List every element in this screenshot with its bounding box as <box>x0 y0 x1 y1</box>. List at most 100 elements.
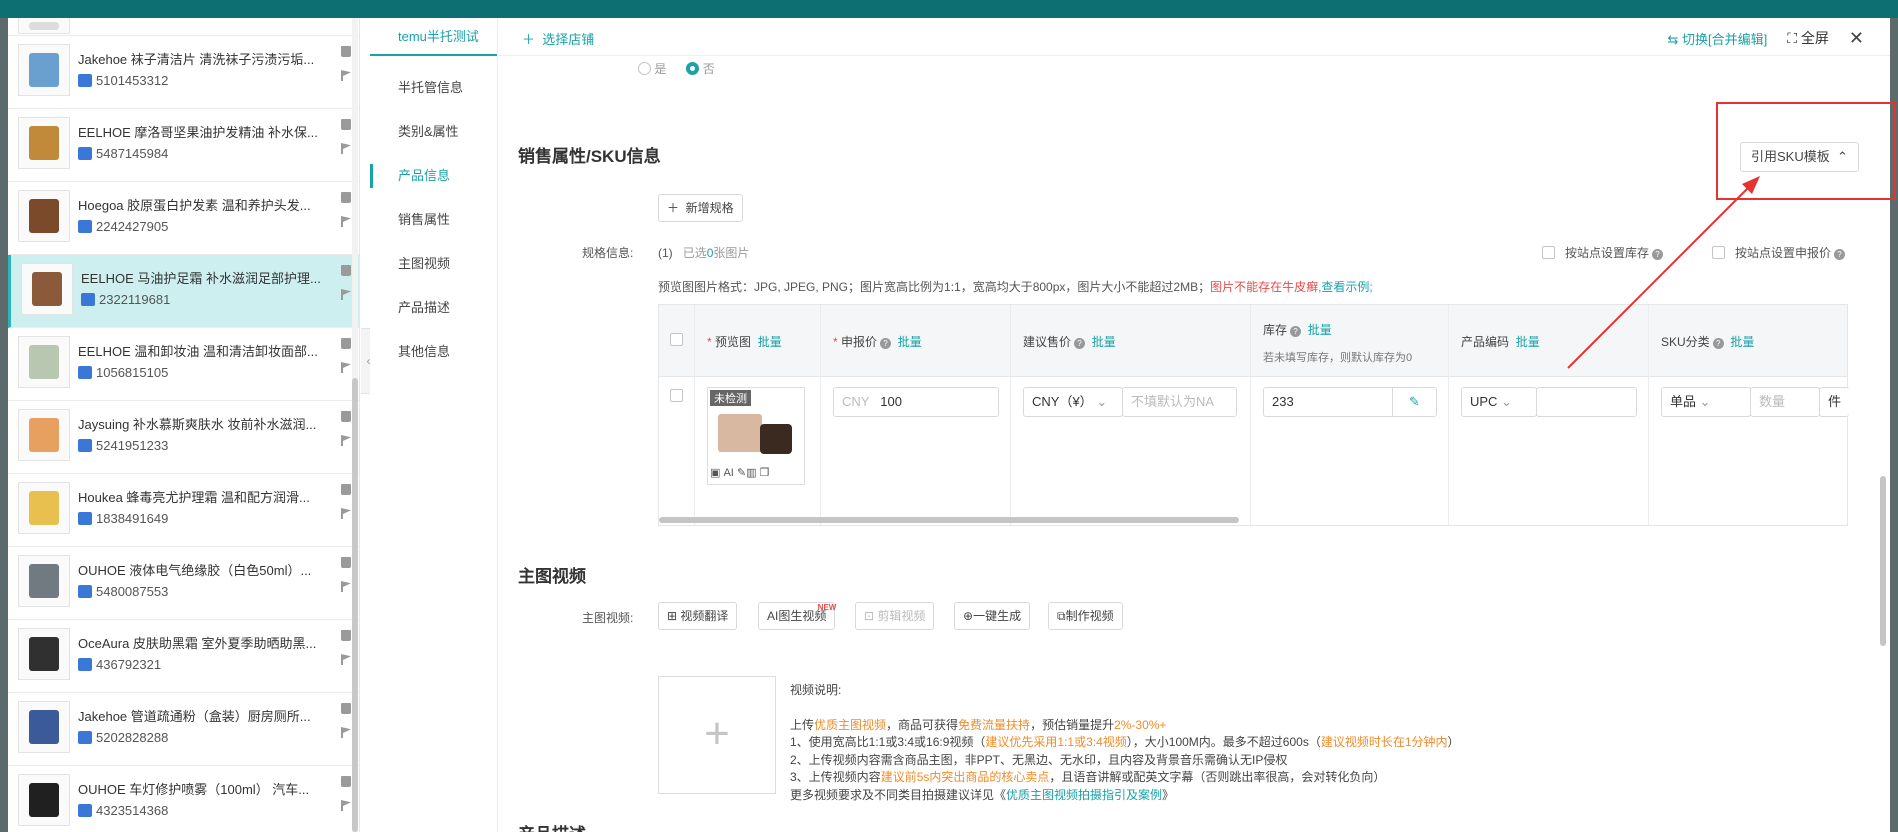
declared-price-input[interactable]: CNY 100 <box>833 387 999 417</box>
copy-icon[interactable]: ❐ <box>760 467 770 479</box>
nav-item-product-info[interactable]: 产品信息 <box>370 154 497 198</box>
flag-icon[interactable] <box>341 654 351 665</box>
trash-icon[interactable] <box>341 192 351 203</box>
product-list-item[interactable]: Jakehoe 袜子清洁片 清洗袜子污渍污垢... 5101453312 <box>8 36 359 109</box>
select-shop-button[interactable]: ＋ 选择店铺 <box>522 29 594 48</box>
batch-declared-link[interactable]: 批量 <box>898 335 922 349</box>
ai-image-video-button[interactable]: AI图生视频 NEW <box>758 602 836 630</box>
code-input[interactable] <box>1536 387 1637 417</box>
nav-item-category[interactable]: 类别&属性 <box>370 110 497 154</box>
suggested-price-input[interactable]: 不填默认为NA <box>1122 387 1237 417</box>
trash-icon[interactable] <box>341 776 351 787</box>
edit-icon[interactable]: ✎ <box>1392 388 1436 416</box>
video-upload-box[interactable]: + <box>658 676 776 794</box>
product-title: OceAura 皮肤助黑霜 室外夏季助晒助黑... <box>78 636 317 651</box>
batch-suggested-link[interactable]: 批量 <box>1092 335 1116 349</box>
trash-icon[interactable] <box>341 484 351 495</box>
flag-icon[interactable] <box>341 508 351 519</box>
trash-icon[interactable] <box>341 411 351 422</box>
price-by-site-option[interactable]: 按站点设置申报价? <box>1712 244 1846 261</box>
trash-icon[interactable] <box>341 265 351 276</box>
product-list-item[interactable]: Houkea 蜂毒亮尤护理霜 温和配方润滑... 1838491649 <box>8 474 359 547</box>
main-vscrollbar[interactable] <box>1880 476 1886 646</box>
currency-select[interactable]: CNY（¥） ⌄ <box>1023 387 1123 417</box>
fullscreen-button[interactable]: ⛶ 全屏 <box>1787 28 1829 48</box>
product-info <box>78 18 335 35</box>
l1d: 免费流量扶持 <box>958 717 1031 732</box>
flag-icon[interactable] <box>341 581 351 592</box>
platform-icon <box>78 74 92 87</box>
flag-icon[interactable] <box>341 435 351 446</box>
nav-item-semi-hosted[interactable]: 半托管信息 <box>370 66 497 110</box>
nav-item-main-video[interactable]: 主图视频 <box>370 242 497 286</box>
quantity-input[interactable]: 数量 <box>1750 387 1820 417</box>
trash-icon[interactable]: ▥ <box>746 467 756 479</box>
batch-preview-link[interactable]: 批量 <box>758 335 782 349</box>
nav-item-other-info[interactable]: 其他信息 <box>370 330 497 374</box>
flag-icon[interactable] <box>341 362 351 373</box>
col-declared: * 申报价? 批量 CNY 100 <box>821 305 1011 525</box>
view-example-link[interactable]: 查看示例; <box>1321 280 1372 294</box>
edit-video-button[interactable]: ⊡ 剪辑视频 <box>855 602 935 630</box>
flag-icon[interactable] <box>341 216 351 227</box>
price-by-site-checkbox[interactable] <box>1712 246 1725 259</box>
select-shop-label: 选择店铺 <box>542 32 595 47</box>
preview-image[interactable]: 未检测 ▣ AI ✎▥ ❐ <box>707 387 805 485</box>
product-id: 5202828288 <box>78 730 335 745</box>
radio-yes[interactable] <box>638 62 651 75</box>
product-list-item[interactable]: Jaysuing 补水慕斯爽肤水 妆前补水滋润... 5241951233 <box>8 401 359 474</box>
video-guide-link[interactable]: 优质主图视频拍摄指引及案例 <box>1006 788 1162 802</box>
nav-item-sales-attr[interactable]: 销售属性 <box>370 198 497 242</box>
one-click-generate-button[interactable]: ⊕一键生成 <box>954 602 1031 630</box>
image-edit-icon[interactable]: ▣ <box>710 467 720 479</box>
video-translate-button[interactable]: ⊞ 视频翻译 <box>658 602 738 630</box>
flag-icon[interactable] <box>341 143 351 154</box>
quantity-placeholder: 数量 <box>1759 394 1786 409</box>
trash-icon[interactable] <box>341 630 351 641</box>
close-icon[interactable]: ✕ <box>1849 29 1864 47</box>
stock-input[interactable]: 233 ✎ <box>1263 387 1437 417</box>
select-all-checkbox[interactable] <box>670 333 683 346</box>
product-list-item[interactable]: EELHOE 摩洛哥坚果油护发精油 补水保... 5487145984 <box>8 109 359 182</box>
magic-wand-icon[interactable]: ✎ <box>737 467 746 479</box>
row-checkbox[interactable] <box>670 389 683 402</box>
category-select[interactable]: 单品 ⌄ <box>1661 387 1751 417</box>
table-hscrollbar[interactable] <box>659 517 1239 523</box>
product-list-item[interactable]: OUHOE 液体电气绝缘胶（白色50ml）... 5480087553 <box>8 547 359 620</box>
ai-tool-button[interactable]: AI <box>723 467 733 479</box>
batch-code-link[interactable]: 批量 <box>1516 335 1540 349</box>
trash-icon[interactable] <box>341 338 351 349</box>
chevron-down-icon: ⌄ <box>1699 394 1711 409</box>
product-list: Jakehoe 袜子清洁片 清洗袜子污渍污垢... 5101453312 EELHO… <box>8 18 360 832</box>
product-list-item[interactable]: EELHOE 温和卸妆油 温和清洁卸妆面部... 1056815105 <box>8 328 359 401</box>
video-description: 视频说明: 上传优质主图视频，商品可获得免费流量扶持，预估销量提升2%-30%+… <box>790 682 1460 804</box>
stock-by-site-option[interactable]: 按站点设置库存? <box>1542 244 1664 261</box>
product-list-item[interactable]: Hoegoa 胶原蛋白护发素 温和养护头发... 2242427905 <box>8 182 359 255</box>
product-list-item[interactable]: EELHOE 马油护足霜 补水滋润足部护理... 2322119681 <box>8 255 359 328</box>
switch-merge-edit-button[interactable]: ⇆ 切换[合并编辑] <box>1667 29 1767 48</box>
flag-icon[interactable] <box>341 70 351 81</box>
trash-icon[interactable] <box>341 557 351 568</box>
trash-icon[interactable] <box>341 119 351 130</box>
code-type-select[interactable]: UPC ⌄ <box>1461 387 1537 417</box>
make-video-button[interactable]: ⧉制作视频 <box>1048 602 1123 630</box>
product-list-item[interactable]: OUHOE 车灯修护喷雾（100ml） 汽车... 4323514368 <box>8 766 359 832</box>
radio-no[interactable] <box>686 62 700 75</box>
trash-icon[interactable] <box>341 46 351 57</box>
flag-icon[interactable] <box>341 800 351 811</box>
nav-item-product-desc[interactable]: 产品描述 <box>370 286 497 330</box>
product-list-item[interactable] <box>8 18 359 36</box>
trash-icon[interactable] <box>341 703 351 714</box>
flag-icon[interactable] <box>341 727 351 738</box>
product-list-item[interactable]: Jakehoe 管道疏通粉（盒装）厨房厕所... 5202828288 <box>8 693 359 766</box>
flag-icon[interactable] <box>341 289 351 300</box>
product-image <box>29 783 59 817</box>
stock-by-site-checkbox[interactable] <box>1542 246 1555 259</box>
platform-icon <box>78 585 92 598</box>
batch-stock-link[interactable]: 批量 <box>1308 323 1332 337</box>
product-list-scrollbar[interactable] <box>352 18 358 832</box>
tab-temu[interactable]: temu半托测试 <box>370 18 497 56</box>
add-spec-button[interactable]: ＋ 新增规格 <box>658 194 743 222</box>
product-list-item[interactable]: OceAura 皮肤助黑霜 室外夏季助晒助黑... 436792321 <box>8 620 359 693</box>
batch-category-link[interactable]: 批量 <box>1730 335 1754 349</box>
